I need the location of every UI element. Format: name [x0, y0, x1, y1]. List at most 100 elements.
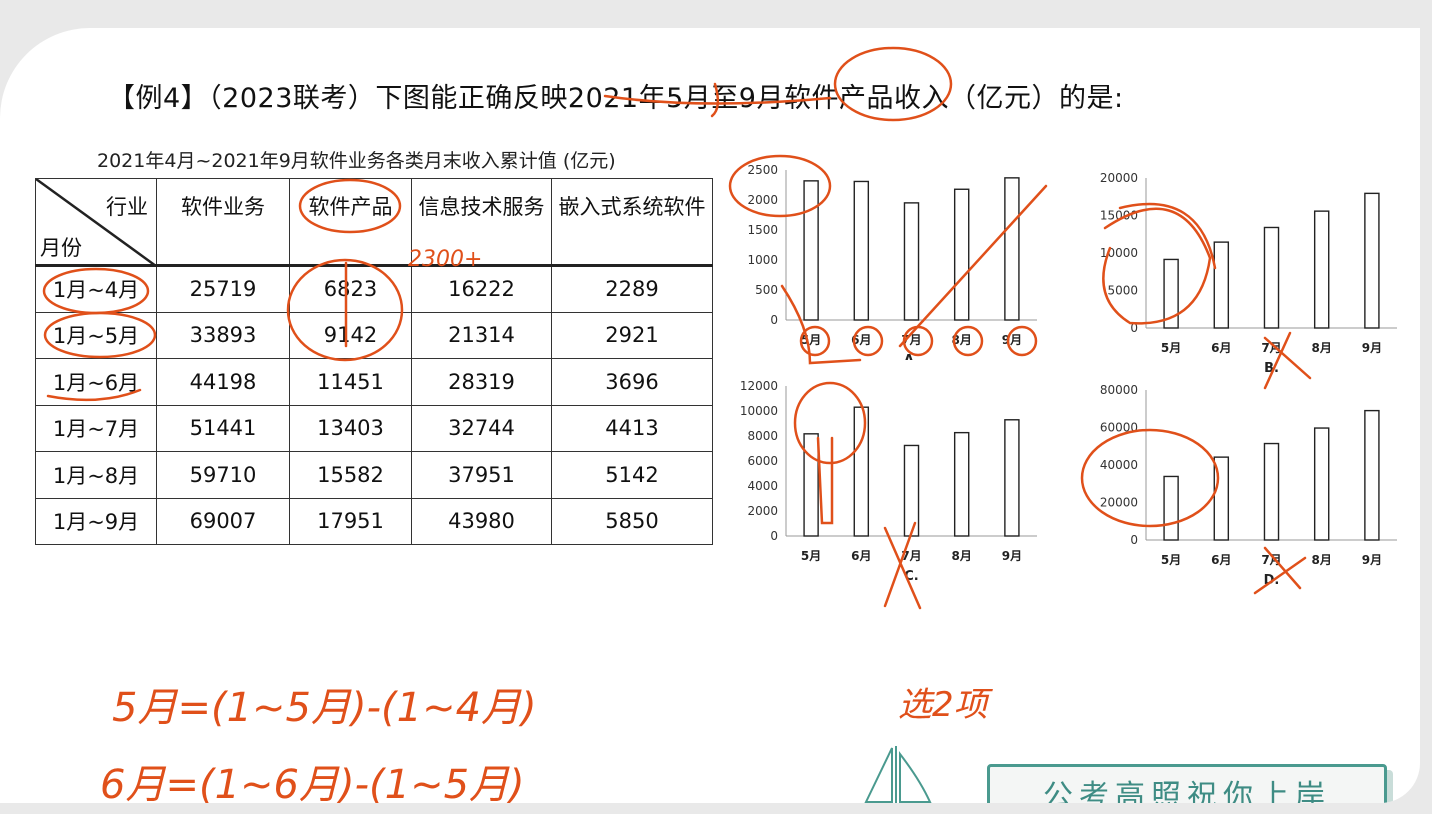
x-tick-label: 6月 — [1211, 553, 1231, 567]
y-tick-label: 5000 — [1107, 284, 1138, 298]
choice-note: 选2项 — [898, 685, 994, 725]
table-row: 1月~6月 44198 11451 28319 3696 — [35, 358, 713, 406]
cell: 13403 — [289, 404, 412, 452]
col-header: 软件产品 — [289, 178, 412, 266]
cell: 5142 — [551, 451, 713, 499]
bar — [853, 406, 870, 537]
x-tick-label: 8月 — [1312, 553, 1332, 567]
bar — [1313, 210, 1330, 329]
y-tick-label: 2000 — [747, 193, 778, 207]
bar — [1163, 258, 1179, 329]
data-table: 行业 月份 软件业务 软件产品 信息技术服务 嵌入式系统软件 1月~4月 257… — [35, 178, 713, 545]
y-tick-label: 1500 — [747, 223, 778, 237]
cell: 5850 — [551, 497, 713, 545]
bar — [1364, 192, 1380, 329]
cell: 44198 — [156, 358, 290, 406]
bar — [1004, 419, 1020, 537]
y-tick-label: 40000 — [1100, 458, 1138, 472]
bar — [1364, 409, 1380, 541]
x-tick-label: 6月 — [851, 333, 871, 347]
table-row: 1月~8月 59710 15582 37951 5142 — [35, 451, 713, 499]
col-header: 信息技术服务 — [411, 178, 552, 266]
cell: 33893 — [156, 311, 290, 359]
cell: 9142 — [289, 311, 412, 359]
table-row: 1月~7月 51441 13403 32744 4413 — [35, 404, 713, 452]
formula-line-1: 5月=(1~5月)-(1~4月) — [112, 685, 537, 731]
bar — [853, 180, 870, 321]
y-tick-label: 12000 — [740, 379, 778, 393]
x-tick-label: 8月 — [1312, 341, 1332, 355]
y-tick-label: 10000 — [1100, 246, 1138, 260]
y-tick-label: 0 — [770, 313, 778, 327]
cell: 43980 — [411, 497, 552, 545]
y-tick-label: 10000 — [740, 404, 778, 418]
x-tick-label: 7月 — [1261, 553, 1281, 567]
table-row: 1月~5月 33893 9142 21314 2921 — [35, 311, 713, 359]
x-tick-label: 6月 — [851, 549, 871, 563]
row-label: 1月~6月 — [35, 358, 157, 406]
x-tick-label: 9月 — [1002, 549, 1022, 563]
cell: 28319 — [411, 358, 552, 406]
row-label: 1月~7月 — [35, 404, 157, 452]
y-tick-label: 8000 — [747, 429, 778, 443]
bar — [903, 444, 920, 537]
cell: 51441 — [156, 404, 290, 452]
y-tick-label: 20000 — [1100, 171, 1138, 185]
y-tick-label: 0 — [1130, 321, 1138, 335]
table-title: 2021年4月~2021年9月软件业务各类月末收入累计值 (亿元) — [97, 150, 616, 172]
chart-option-c: 0 2000 4000 6000 8000 10000 12000 5月 6月 7月 8月 9月 C. — [740, 379, 1037, 581]
cell: 69007 — [156, 497, 290, 545]
cell: 37951 — [411, 451, 552, 499]
y-tick-label: 60000 — [1100, 421, 1138, 435]
x-tick-label: 9月 — [1362, 553, 1382, 567]
x-tick-label: 9月 — [1362, 341, 1382, 355]
cell: 3696 — [551, 358, 713, 406]
bar — [1263, 226, 1280, 329]
y-tick-label: 15000 — [1100, 209, 1138, 223]
bar — [803, 180, 819, 321]
cell: 32744 — [411, 404, 552, 452]
table-row: 1月~9月 69007 17951 43980 5850 — [35, 497, 713, 545]
x-tick-label: 5月 — [1161, 553, 1181, 567]
chart-option-label: B. — [1264, 361, 1279, 373]
x-tick-label: 5月 — [1161, 341, 1181, 355]
corner-cell: 行业 月份 — [35, 178, 157, 266]
x-tick-label: 7月 — [1261, 341, 1281, 355]
spacer — [870, 668, 1100, 721]
y-tick-label: 80000 — [1100, 383, 1138, 397]
x-tick-label: 6月 — [1211, 341, 1231, 355]
sailboat-logo — [864, 746, 932, 803]
slogan-text: 公考高照祝你上岸 — [1043, 779, 1331, 803]
table-row: 1月~4月 25719 6823 16222 2289 — [35, 265, 713, 313]
x-tick-label: 5月 — [801, 333, 821, 347]
bar — [1263, 442, 1280, 541]
x-tick-label: 7月 — [901, 333, 921, 347]
question-text: 【例4】（2023联考）下图能正确反映2021年5月至9月软件产品收入（亿元）的… — [108, 83, 1124, 114]
y-tick-label: 6000 — [747, 454, 778, 468]
corner-month-label: 月份 — [40, 236, 82, 260]
bar — [953, 431, 970, 537]
y-tick-label: 0 — [1130, 533, 1138, 547]
corner-industry-label: 行业 — [106, 195, 148, 219]
y-tick-label: 0 — [770, 529, 778, 543]
col-header: 软件业务 — [156, 178, 290, 266]
bar — [1213, 456, 1230, 541]
y-tick-label: 4000 — [747, 479, 778, 493]
y-tick-label: 1000 — [747, 253, 778, 267]
col-header: 嵌入式系统软件 — [551, 178, 713, 266]
x-tick-label: 7月 — [901, 549, 921, 563]
cell: 15582 — [289, 451, 412, 499]
row-label: 1月~8月 — [35, 451, 157, 499]
x-tick-label: 9月 — [1002, 333, 1022, 347]
chart-option-label: D. — [1264, 573, 1280, 585]
slide: 【例4】（2023联考）下图能正确反映2021年5月至9月软件产品收入（亿元）的… — [0, 28, 1420, 803]
bar — [903, 202, 920, 321]
slogan-box: 公考高照祝你上岸 — [987, 764, 1387, 803]
cell: 21314 — [411, 311, 552, 359]
y-tick-label: 500 — [755, 283, 778, 297]
row-label: 1月~9月 — [35, 497, 157, 545]
cell: 2289 — [551, 265, 713, 313]
y-tick-label: 20000 — [1100, 496, 1138, 510]
cell: 6823 — [289, 265, 412, 313]
cell: 59710 — [156, 451, 290, 499]
